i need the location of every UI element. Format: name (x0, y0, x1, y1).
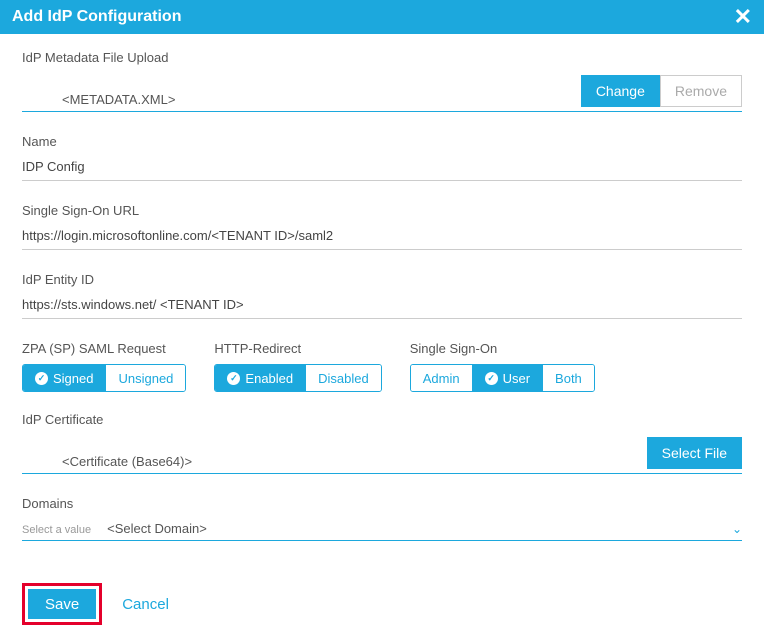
check-icon: ✓ (227, 372, 240, 385)
domains-hint: Select a value (22, 524, 91, 536)
opt-disabled[interactable]: Disabled (305, 365, 381, 391)
modal-header: Add IdP Configuration ✕ (0, 0, 764, 34)
entity-id-prefix: https://sts.windows.net/ (22, 297, 160, 312)
label-sso: Single Sign-On (410, 341, 595, 356)
label-sso-url: Single Sign-On URL (22, 203, 742, 218)
field-name: Name IDP Config (22, 134, 742, 181)
opt-enabled[interactable]: ✓ Enabled (215, 365, 305, 391)
modal-scroll-area[interactable]: IdP Metadata File Upload <METADATA.XML> … (0, 34, 764, 632)
label-http-redirect: HTTP-Redirect (214, 341, 381, 356)
label-domains: Domains (22, 496, 742, 511)
opt-admin[interactable]: Admin (411, 365, 472, 391)
opt-signed[interactable]: ✓ Signed (23, 365, 105, 391)
label-metadata-upload: IdP Metadata File Upload (22, 50, 742, 65)
name-input[interactable]: IDP Config (22, 159, 742, 181)
remove-button[interactable]: Remove (660, 75, 742, 107)
toggle-group-saml-request: ZPA (SP) SAML Request ✓ Signed Unsigned (22, 341, 186, 392)
field-domains: Domains Select a value <Select Domain> ⌄ (22, 496, 742, 541)
metadata-filename: <METADATA.XML> (22, 92, 581, 107)
check-icon: ✓ (485, 372, 498, 385)
change-button[interactable]: Change (581, 75, 660, 107)
opt-both[interactable]: Both (542, 365, 594, 391)
metadata-input-row: <METADATA.XML> Change Remove (22, 75, 742, 112)
save-button[interactable]: Save (28, 589, 96, 619)
field-metadata-upload: IdP Metadata File Upload <METADATA.XML> … (22, 50, 742, 112)
sso-url-tenant: <TENANT ID> (211, 228, 295, 243)
sso-url-suffix: /saml2 (295, 228, 333, 243)
toggle-group-sso: Single Sign-On Admin ✓ User Both (410, 341, 595, 392)
sso-url-prefix: https://login.microsoftonline.com/ (22, 228, 211, 243)
label-saml-request: ZPA (SP) SAML Request (22, 341, 186, 356)
label-name: Name (22, 134, 742, 149)
domains-value: <Select Domain> (107, 521, 716, 536)
sso-url-input[interactable]: https://login.microsoftonline.com/<TENAN… (22, 228, 742, 250)
close-icon[interactable]: ✕ (734, 6, 752, 28)
seg-saml-request: ✓ Signed Unsigned (22, 364, 186, 392)
field-sso-url: Single Sign-On URL https://login.microso… (22, 203, 742, 250)
field-entity-id: IdP Entity ID https://sts.windows.net/ <… (22, 272, 742, 319)
cancel-link[interactable]: Cancel (122, 596, 169, 613)
field-certificate: IdP Certificate <Certificate (Base64)> S… (22, 412, 742, 474)
select-file-button[interactable]: Select File (647, 437, 742, 469)
opt-unsigned[interactable]: Unsigned (105, 365, 185, 391)
modal-title: Add IdP Configuration (12, 8, 181, 26)
seg-sso: Admin ✓ User Both (410, 364, 595, 392)
opt-user-label: User (503, 371, 530, 386)
modal-footer: Save Cancel (0, 573, 764, 632)
entity-id-tenant: <TENANT ID> (160, 297, 244, 312)
chevron-down-icon[interactable]: ⌄ (732, 522, 742, 536)
modal-content: IdP Metadata File Upload <METADATA.XML> … (0, 34, 764, 573)
check-icon: ✓ (35, 372, 48, 385)
opt-signed-label: Signed (53, 371, 93, 386)
toggle-group-http-redirect: HTTP-Redirect ✓ Enabled Disabled (214, 341, 381, 392)
certificate-value: <Certificate (Base64)> (22, 454, 647, 469)
opt-user[interactable]: ✓ User (472, 365, 542, 391)
domains-select[interactable]: Select a value <Select Domain> ⌄ (22, 521, 742, 541)
label-certificate: IdP Certificate (22, 412, 742, 427)
entity-id-input[interactable]: https://sts.windows.net/ <TENANT ID> (22, 297, 742, 319)
opt-enabled-label: Enabled (245, 371, 293, 386)
certificate-input-row: <Certificate (Base64)> Select File (22, 437, 742, 474)
toggle-row: ZPA (SP) SAML Request ✓ Signed Unsigned … (22, 341, 742, 392)
save-highlight-box: Save (22, 583, 102, 625)
label-entity-id: IdP Entity ID (22, 272, 742, 287)
seg-http-redirect: ✓ Enabled Disabled (214, 364, 381, 392)
